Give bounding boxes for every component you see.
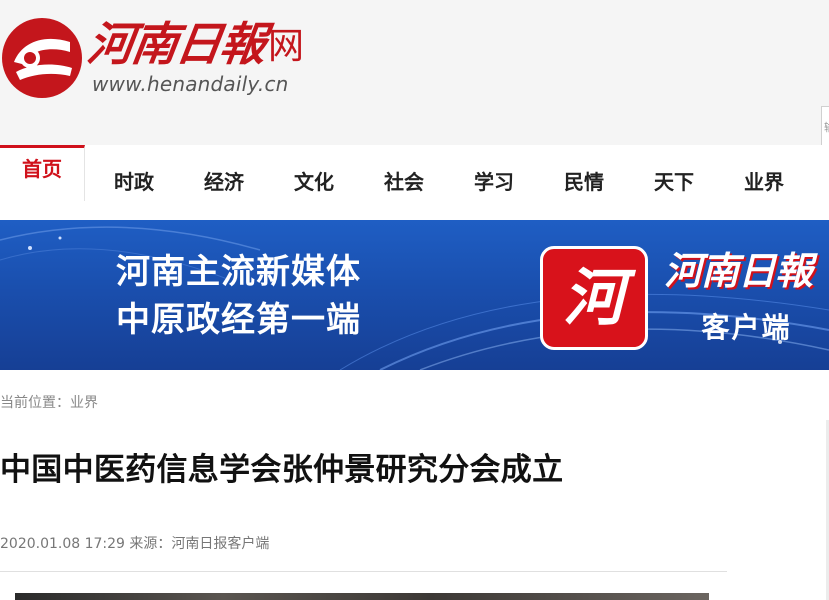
- nav-item-industry[interactable]: 业界: [744, 145, 784, 215]
- logo-calligraphy: 河南日報: [84, 17, 268, 71]
- henan-daily-emblem-icon[interactable]: [0, 16, 84, 100]
- banner-slogan-line1: 河南主流新媒体: [116, 252, 361, 292]
- banner-brand: 河南日報: [664, 248, 813, 293]
- article-meta: 2020.01.08 17:29 来源：河南日报客户端: [0, 536, 270, 552]
- nav-item-label: 民情: [564, 169, 604, 194]
- nav-item-society[interactable]: 社会: [384, 145, 424, 215]
- app-icon-char: 河: [562, 261, 625, 334]
- nav-item-label: 学习: [474, 169, 514, 194]
- nav-item-label: 天下: [654, 169, 694, 194]
- main-nav: 首页 时政 经济 文化 社会 学习 民情 天下 业界: [0, 145, 829, 215]
- nav-item-label: 业界: [744, 169, 784, 194]
- site-logo-title[interactable]: 河南日報 网: [84, 12, 305, 72]
- nav-item-study[interactable]: 学习: [474, 145, 514, 215]
- nav-item-public-opinion[interactable]: 民情: [564, 145, 604, 215]
- banner-slogan: 河南主流新媒体 中原政经第一端: [116, 248, 361, 344]
- article-photo: [15, 593, 709, 600]
- logo-url: www.henandaily.cn: [92, 72, 289, 96]
- banner-client-label: 客户端: [701, 311, 792, 344]
- nav-item-home[interactable]: 首页: [0, 145, 85, 201]
- search-hint: 输: [824, 121, 829, 134]
- app-promo-banner[interactable]: 河南主流新媒体 中原政经第一端 河 河南日報 客户端: [0, 220, 829, 370]
- site-header: 河南日報 网 www.henandaily.cn 输: [0, 0, 829, 146]
- nav-item-economy[interactable]: 经济: [204, 145, 244, 215]
- nav-item-label: 首页: [22, 157, 62, 181]
- logo-suffix: 网: [268, 26, 305, 67]
- nav-item-label: 时政: [114, 169, 154, 194]
- article-title: 中国中医药信息学会张仲景研究分会成立: [0, 452, 564, 488]
- nav-item-politics[interactable]: 时政: [114, 145, 154, 215]
- nav-item-label: 社会: [384, 169, 424, 194]
- search-input[interactable]: 输: [821, 106, 829, 146]
- nav-item-label: 经济: [204, 169, 244, 194]
- nav-item-world[interactable]: 天下: [654, 145, 694, 215]
- app-icon: 河: [540, 246, 648, 350]
- divider: [0, 571, 727, 572]
- banner-slogan-line2: 中原政经第一端: [116, 300, 361, 340]
- nav-item-culture[interactable]: 文化: [294, 145, 334, 215]
- breadcrumb[interactable]: 当前位置：业界: [0, 392, 98, 412]
- nav-item-label: 文化: [294, 169, 334, 194]
